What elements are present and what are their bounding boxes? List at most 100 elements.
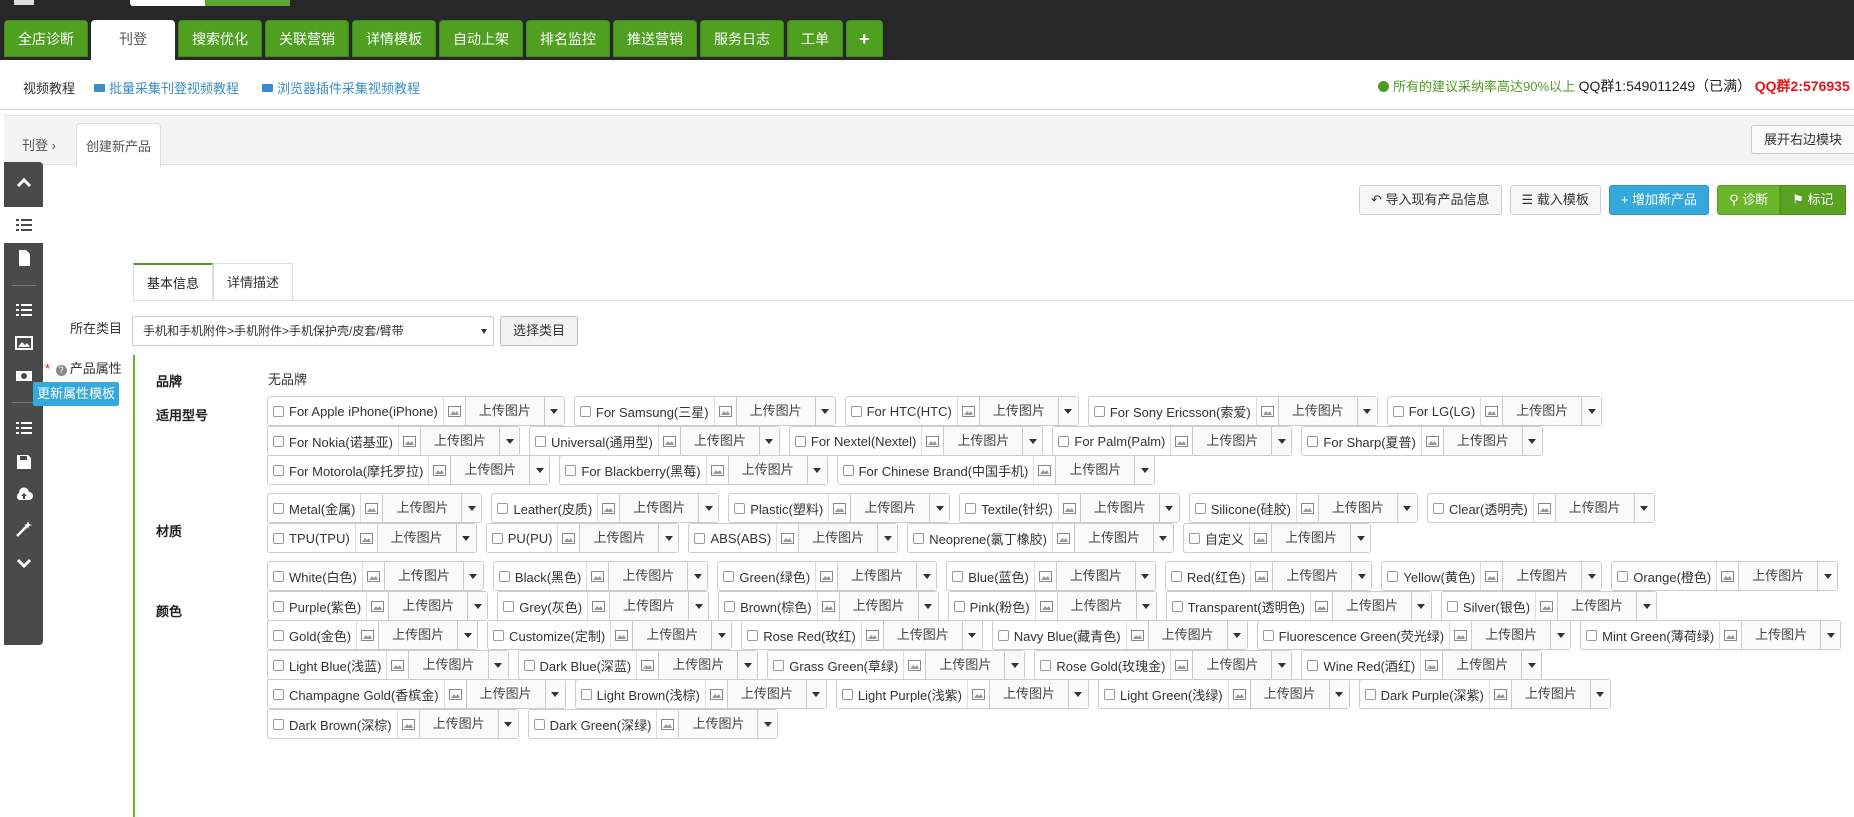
nav-tab[interactable]: 自动上架 (439, 20, 523, 57)
upload-image-button[interactable]: 上传图片 (1510, 680, 1590, 708)
tab-basic-info[interactable]: 基本信息 (133, 263, 214, 302)
tab-detail-description[interactable]: 详情描述 (213, 263, 294, 301)
dropdown-toggle[interactable] (814, 397, 835, 425)
checkbox-icon[interactable] (1446, 600, 1458, 612)
tab-create-product[interactable]: 创建新产品 (76, 123, 162, 167)
dropdown-toggle[interactable] (698, 494, 719, 522)
dropdown-toggle[interactable] (1226, 621, 1247, 649)
add-tab-button[interactable]: + (846, 20, 883, 57)
dropdown-toggle[interactable] (1633, 494, 1654, 522)
dropdown-toggle[interactable] (499, 427, 520, 455)
option-checkbox[interactable]: Yellow(黄色) (1382, 562, 1480, 590)
option-checkbox[interactable]: Red(红色) (1166, 562, 1251, 590)
upload-image-button[interactable]: 上传图片 (1741, 621, 1821, 649)
checkbox-icon[interactable] (723, 570, 735, 582)
checkbox-icon[interactable] (491, 532, 503, 544)
option-checkbox[interactable]: TPU(TPU) (268, 524, 355, 552)
option-checkbox[interactable]: Blue(蓝色) (947, 562, 1034, 590)
dropdown-toggle[interactable] (916, 562, 937, 590)
checkbox-icon[interactable] (1392, 405, 1404, 417)
batch-collect-video-link[interactable]: 批量采集刊登视频教程 (94, 78, 239, 97)
upload-image-button[interactable]: 上传图片 (726, 680, 806, 708)
checkbox-icon[interactable] (694, 532, 706, 544)
checkbox-icon[interactable] (850, 405, 862, 417)
checkbox-icon[interactable] (1188, 532, 1200, 544)
option-checkbox[interactable]: Champagne Gold(香槟金) (268, 680, 444, 708)
nav-tab[interactable]: 排名监控 (526, 20, 610, 57)
dropdown-toggle[interactable] (1396, 494, 1417, 522)
nav-tab[interactable]: 推送营销 (613, 20, 697, 57)
option-checkbox[interactable]: Textile(针织) (960, 494, 1058, 522)
checkbox-icon[interactable] (1387, 570, 1399, 582)
upload-image-button[interactable]: 上传图片 (378, 621, 458, 649)
list-icon[interactable] (4, 292, 43, 328)
checkbox-icon[interactable] (273, 688, 284, 700)
checkbox-icon[interactable] (1170, 570, 1182, 582)
dropdown-toggle[interactable] (1521, 651, 1542, 679)
dropdown-toggle[interactable] (658, 524, 679, 552)
add-product-button[interactable]: + 增加新产品 (1608, 185, 1710, 215)
dropdown-toggle[interactable] (961, 621, 982, 649)
dropdown-toggle[interactable] (1135, 592, 1156, 620)
upload-image-button[interactable]: 上传图片 (925, 651, 1005, 679)
option-checkbox[interactable]: Rose Red(玫红) (742, 621, 860, 649)
checkbox-icon[interactable] (273, 464, 284, 476)
upload-image-button[interactable]: 上传图片 (1277, 397, 1357, 425)
option-checkbox[interactable]: For Nokia(诺基亚) (268, 427, 398, 455)
checkbox-icon[interactable] (503, 600, 515, 612)
help-icon[interactable]: ? (55, 365, 67, 376)
upload-image-button[interactable]: 上传图片 (1471, 621, 1551, 649)
upload-image-button[interactable]: 上传图片 (1055, 456, 1135, 484)
option-checkbox[interactable]: Mint Green(薄荷绿) (1581, 621, 1719, 649)
dropdown-toggle[interactable] (1004, 651, 1025, 679)
checkbox-icon[interactable] (273, 532, 284, 544)
dropdown-toggle[interactable] (1271, 427, 1292, 455)
upload-image-button[interactable]: 上传图片 (1272, 562, 1352, 590)
dropdown-toggle[interactable] (688, 592, 709, 620)
dropdown-toggle[interactable] (1067, 680, 1088, 708)
option-checkbox[interactable]: Dark Purple(深紫) (1360, 680, 1489, 708)
checkbox-icon[interactable] (773, 659, 785, 671)
option-checkbox[interactable]: Light Green(浅绿) (1099, 680, 1228, 708)
dropdown-toggle[interactable] (758, 427, 779, 455)
option-checkbox[interactable]: Grass Green(草绿) (768, 651, 903, 679)
checkbox-icon[interactable] (747, 629, 759, 641)
checkbox-icon[interactable] (842, 464, 854, 476)
dropdown-toggle[interactable] (455, 524, 476, 552)
checkbox-icon[interactable] (965, 502, 977, 514)
option-checkbox[interactable]: For Sharp(夏普) (1302, 427, 1420, 455)
list-icon[interactable] (4, 207, 43, 243)
checkbox-icon[interactable] (523, 659, 535, 671)
dropdown-toggle[interactable] (544, 680, 565, 708)
option-checkbox[interactable]: Metal(金属) (268, 494, 360, 522)
upload-image-button[interactable]: 上传图片 (619, 494, 699, 522)
option-checkbox[interactable]: Brown(棕色) (719, 592, 817, 620)
upload-image-button[interactable]: 上传图片 (579, 524, 659, 552)
upload-image-button[interactable]: 上传图片 (1055, 562, 1135, 590)
nav-tab[interactable]: 关联营销 (265, 20, 349, 57)
dropdown-toggle[interactable] (1350, 524, 1370, 552)
upload-image-button[interactable]: 上传图片 (658, 651, 738, 679)
plugin-collect-video-link[interactable]: 浏览器插件采集视频教程 (262, 78, 420, 97)
checkbox-icon[interactable] (1586, 629, 1598, 641)
option-checkbox[interactable]: Pink(粉色) (949, 592, 1035, 620)
diagnose-button[interactable]: ⚲ 诊断 (1717, 185, 1781, 215)
upload-image-button[interactable]: 上传图片 (382, 494, 462, 522)
option-checkbox[interactable]: Universal(通用型) (530, 427, 658, 455)
option-checkbox[interactable]: Grey(灰色) (498, 592, 587, 620)
dropdown-toggle[interactable] (929, 494, 950, 522)
upload-image-button[interactable]: 上传图片 (1249, 680, 1329, 708)
import-product-button[interactable]: ↶ 导入现有产品信息 (1359, 185, 1502, 215)
checkbox-icon[interactable] (1432, 502, 1444, 514)
option-checkbox[interactable]: Rose Gold(玫瑰金) (1035, 651, 1170, 679)
option-checkbox[interactable]: Navy Blue(藏青色) (993, 621, 1126, 649)
image-icon[interactable] (4, 325, 43, 361)
checkbox-icon[interactable] (913, 532, 925, 544)
upload-image-button[interactable]: 上传图片 (679, 427, 759, 455)
upload-image-button[interactable]: 上传图片 (943, 427, 1023, 455)
option-checkbox[interactable]: For Nextel(Nextel) (790, 427, 921, 455)
checkbox-icon[interactable] (734, 502, 746, 514)
dropdown-toggle[interactable] (1410, 592, 1431, 620)
dropdown-toggle[interactable] (529, 456, 550, 484)
upload-image-button[interactable]: 上传图片 (837, 562, 917, 590)
